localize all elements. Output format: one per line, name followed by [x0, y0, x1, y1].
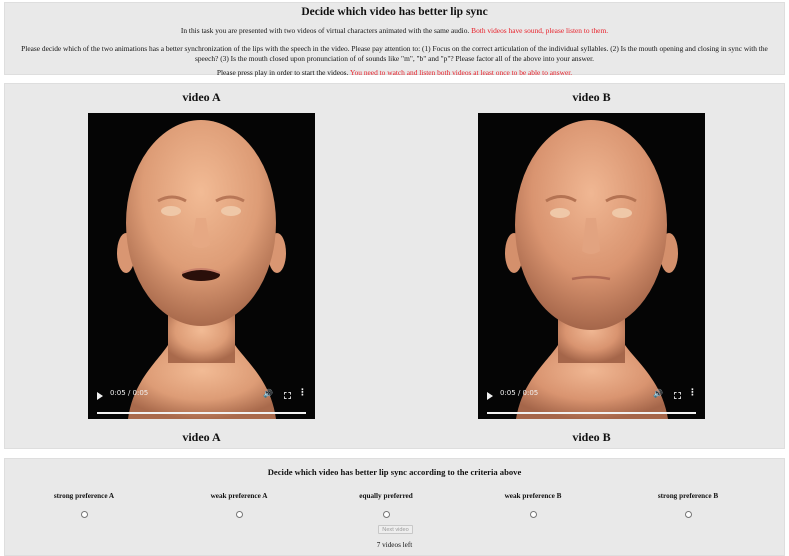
radio-weak-preference-b[interactable] [530, 511, 537, 518]
video-b-controls: 0:05 / 0:05 🔊 ⋮ [478, 383, 705, 419]
rating-title: Decide which video has better lip sync a… [267, 467, 522, 477]
video-b-title: video B [572, 90, 611, 104]
videos-left-counter: 7 videos left [376, 541, 413, 549]
more-vertical-icon[interactable]: ⋮ [688, 388, 697, 398]
video-b-player[interactable]: 0:05 / 0:05 🔊 ⋮ [478, 113, 705, 419]
video-a-controls: 0:05 / 0:05 🔊 ⋮ [88, 383, 315, 419]
radio-strong-preference-b[interactable] [685, 511, 692, 518]
video-b-caption: video B [572, 430, 611, 444]
head-a-frame [117, 120, 286, 419]
option-label-strong-a: strong preference A [53, 492, 115, 500]
sound-warning: Both videos have sound, please listen to… [471, 26, 609, 35]
video-b-time: 0:05 / 0:05 [500, 389, 539, 397]
video-a-time: 0:05 / 0:05 [110, 389, 149, 397]
rating-panel: Decide which video has better lip sync a… [4, 458, 785, 556]
more-vertical-icon[interactable]: ⋮ [298, 388, 307, 398]
option-label-strong-b: strong preference B [657, 492, 719, 500]
instruction-line-3-text: Please press play in order to start the … [216, 68, 349, 77]
instruction-line-1: In this task you are presented with two … [13, 26, 776, 36]
next-video-button[interactable]: Next video [378, 525, 413, 534]
play-icon[interactable] [97, 392, 103, 400]
video-a-progress-bar[interactable] [97, 412, 306, 414]
instruction-line-3: Please press play in order to start the … [13, 68, 776, 78]
radio-weak-preference-a[interactable] [236, 511, 243, 518]
option-label-weak-a: weak preference A [210, 492, 268, 500]
option-label-equal: equally preferred [359, 492, 413, 500]
fullscreen-icon[interactable] [284, 392, 291, 399]
video-a-title: video A [182, 90, 221, 104]
video-a-caption: video A [182, 430, 221, 444]
instructions-panel: Decide which video has better lip sync I… [4, 2, 785, 78]
play-icon[interactable] [487, 392, 493, 400]
volume-icon[interactable]: 🔊 [263, 389, 273, 398]
videos-panel: video A video B 0:05 / 0:05 🔊 ⋮ 0:05 / 0… [4, 83, 785, 449]
radio-strong-preference-a[interactable] [81, 511, 88, 518]
instruction-line-1-text: In this task you are presented with two … [180, 26, 470, 35]
radio-equally-preferred[interactable] [383, 511, 390, 518]
video-a-player[interactable]: 0:05 / 0:05 🔊 ⋮ [88, 113, 315, 419]
video-b-progress-bar[interactable] [487, 412, 696, 414]
fullscreen-icon[interactable] [674, 392, 681, 399]
watch-warning: You need to watch and listen both videos… [350, 68, 573, 77]
task-title: Decide which video has better lip sync [301, 6, 488, 18]
volume-icon[interactable]: 🔊 [653, 389, 663, 398]
instruction-line-2: Please decide which of the two animation… [21, 44, 768, 63]
head-b-frame [505, 120, 678, 419]
option-label-weak-b: weak preference B [504, 492, 562, 500]
